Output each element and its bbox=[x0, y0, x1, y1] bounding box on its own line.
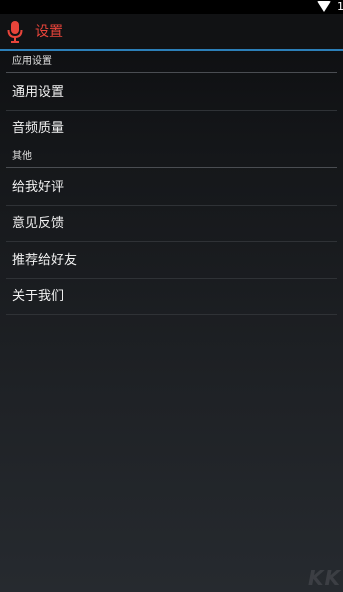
settings-item-about-us[interactable]: 关于我们 bbox=[0, 279, 343, 315]
settings-item-general[interactable]: 通用设置 bbox=[0, 75, 343, 111]
section-header-app-settings: 应用设置 bbox=[12, 56, 52, 67]
status-bar: 1 bbox=[0, 0, 343, 14]
section-header-other: 其他 bbox=[12, 151, 32, 162]
settings-item-audio-quality[interactable]: 音频质量 bbox=[0, 111, 343, 147]
settings-item-rate-us[interactable]: 给我好评 bbox=[0, 170, 343, 206]
watermark: KK bbox=[308, 566, 341, 590]
row-divider bbox=[6, 241, 337, 242]
section-divider bbox=[6, 72, 337, 73]
settings-item-label: 关于我们 bbox=[12, 289, 65, 304]
wifi-icon bbox=[317, 1, 331, 12]
settings-item-label: 音频质量 bbox=[12, 121, 65, 136]
settings-item-feedback[interactable]: 意见反馈 bbox=[0, 206, 343, 242]
settings-item-label: 意见反馈 bbox=[12, 216, 65, 231]
row-divider bbox=[6, 314, 337, 315]
battery-indicator: 1 bbox=[337, 0, 343, 13]
action-bar: 设置 bbox=[0, 14, 343, 51]
page-title: 设置 bbox=[35, 24, 63, 40]
settings-item-label: 通用设置 bbox=[12, 85, 65, 100]
section-divider bbox=[6, 167, 337, 168]
settings-item-label: 给我好评 bbox=[12, 180, 65, 195]
settings-item-label: 推荐给好友 bbox=[12, 253, 78, 268]
settings-item-recommend[interactable]: 推荐给好友 bbox=[0, 243, 343, 279]
microphone-icon[interactable] bbox=[6, 20, 24, 44]
